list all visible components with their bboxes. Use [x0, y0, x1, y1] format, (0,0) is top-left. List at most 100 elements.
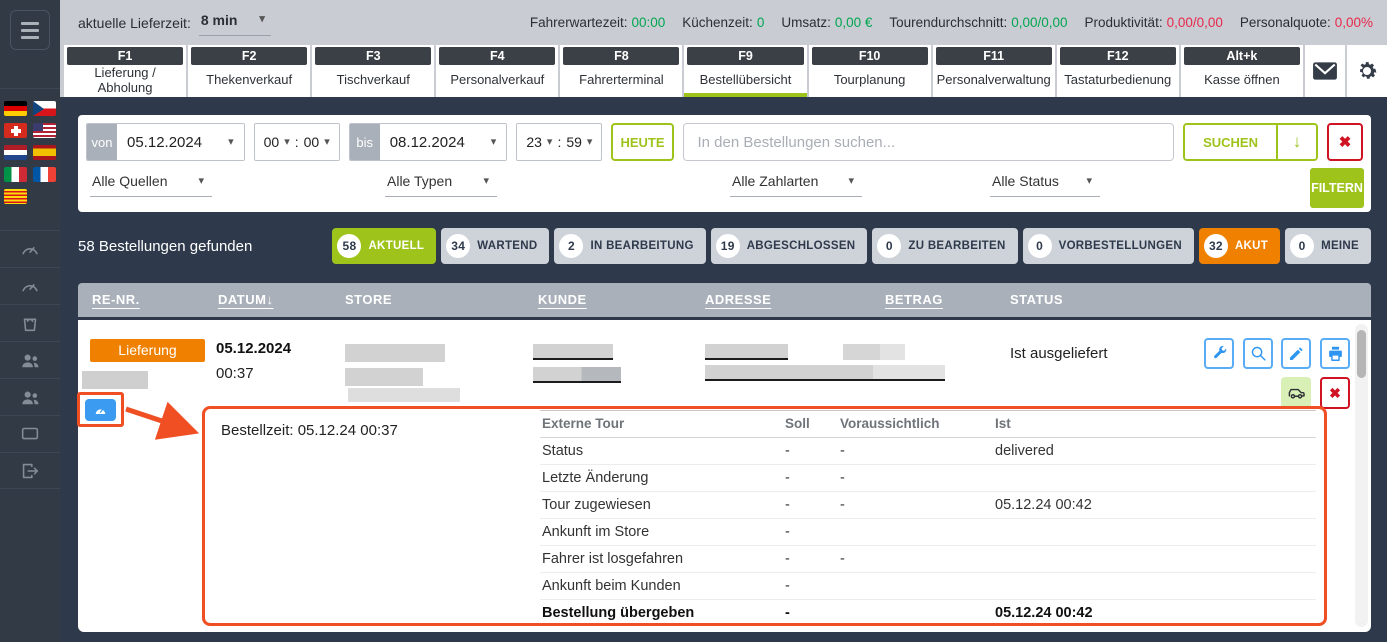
- date-from-label: von: [87, 124, 117, 160]
- date-to-label: bis: [350, 124, 380, 160]
- badge-vorbestellungen[interactable]: 0VORBESTELLUNGEN: [1023, 228, 1194, 264]
- customer-link-redacted[interactable]: [533, 344, 613, 360]
- sidebar-item-staff[interactable]: [0, 378, 60, 415]
- stat-value: 00:00: [631, 15, 665, 30]
- flag-switzerland-icon[interactable]: [4, 123, 27, 138]
- print-button[interactable]: [1320, 338, 1350, 369]
- order-time: 00:37: [216, 365, 254, 382]
- chevron-down-icon: ▾: [491, 137, 497, 148]
- flag-usa-icon[interactable]: [33, 123, 56, 138]
- users-icon: [19, 349, 42, 372]
- stat-value: 0: [757, 15, 765, 30]
- sidebar-item-gauge-2[interactable]: [0, 267, 60, 304]
- tab-personalverwaltung[interactable]: F11Personalverwaltung: [933, 45, 1055, 97]
- filter-dropdown-row: Alle Quellen▾ Alle Typen▾ Alle Zahlarten…: [78, 168, 1371, 208]
- column-adresse[interactable]: ADRESSE: [705, 292, 771, 307]
- column-betrag[interactable]: BETRAG: [885, 292, 943, 307]
- sidebar-item-logout[interactable]: [0, 452, 60, 489]
- order-time-detail: Bestellzeit: 05.12.24 00:37: [221, 422, 398, 439]
- tab-tischverkauf[interactable]: F3Tischverkauf: [312, 45, 434, 97]
- tools-button[interactable]: [1204, 338, 1234, 369]
- tab-tourplanung[interactable]: F10Tourplanung: [809, 45, 931, 97]
- chevron-down-icon: ▾: [198, 176, 204, 187]
- badge-aktuell[interactable]: 58AKTUELL: [332, 228, 436, 264]
- flag-czechia-icon[interactable]: [33, 101, 56, 116]
- cancel-order-button[interactable]: ✖: [1320, 377, 1350, 409]
- sidebar-item-shop[interactable]: [0, 304, 60, 341]
- flag-germany-icon[interactable]: [4, 101, 27, 116]
- badge-akut[interactable]: 32AKUT: [1199, 228, 1280, 264]
- tab-personalverkauf[interactable]: F4Personalverkauf: [436, 45, 558, 97]
- wrench-icon: [1211, 345, 1228, 362]
- sidebar-item-gauge-1[interactable]: [0, 230, 60, 267]
- stat-label: Tourendurchschnitt:: [889, 15, 1007, 30]
- store-redacted: [345, 368, 423, 386]
- download-arrow-button[interactable]: ↓: [1276, 125, 1316, 159]
- delivery-time-dropdown[interactable]: 8 min ▾: [199, 10, 271, 36]
- filter-button[interactable]: FILTERN: [1310, 168, 1364, 208]
- external-tour-table: Externe Tour Soll Voraussichtlich Ist St…: [540, 410, 1316, 627]
- view-details-button[interactable]: [1243, 338, 1273, 369]
- detail-table-header: Externe Tour Soll Voraussichtlich Ist: [540, 411, 1316, 438]
- envelope-icon: [1312, 60, 1338, 82]
- tab-tastaturbedienung[interactable]: F12Tastaturbedienung: [1057, 45, 1179, 97]
- detail-row-ankunft-kunde: Ankunft beim Kunden-: [540, 573, 1316, 600]
- column-datum[interactable]: DATUM↓: [218, 292, 273, 307]
- store-redacted: [345, 344, 445, 362]
- search-input[interactable]: [683, 123, 1175, 161]
- search-button[interactable]: SUCHEN: [1185, 125, 1276, 159]
- edit-button[interactable]: [1281, 338, 1311, 369]
- status-filter-dropdown[interactable]: Alle Status▾: [990, 168, 1100, 197]
- flag-catalonia-icon[interactable]: [4, 189, 27, 204]
- time-to-picker[interactable]: 23▾ : 59▾: [516, 123, 602, 161]
- chevron-down-icon: ▾: [483, 176, 489, 187]
- stat-label: Produktivität:: [1085, 15, 1163, 30]
- date-from-picker[interactable]: 05.12.2024 ▾: [117, 124, 244, 160]
- messages-button[interactable]: [1305, 45, 1345, 97]
- date-to-picker[interactable]: 08.12.2024 ▾: [380, 124, 507, 160]
- address-link-redacted[interactable]: [705, 344, 788, 360]
- detail-row-fahrer-losgefahren: Fahrer ist losgefahren--: [540, 546, 1316, 573]
- shopping-bag-icon: [19, 312, 41, 334]
- chevron-down-icon: ▾: [284, 137, 290, 148]
- badge-abgeschlossen[interactable]: 19ABGESCHLOSSEN: [711, 228, 868, 264]
- tab-fahrerterminal[interactable]: F8Fahrerterminal: [560, 45, 682, 97]
- sidebar-item-display[interactable]: [0, 415, 60, 452]
- sidebar-item-customers[interactable]: [0, 341, 60, 378]
- chevron-down-icon: ▾: [259, 14, 265, 25]
- column-store: STORE: [345, 292, 392, 307]
- customer-link-redacted[interactable]: [533, 367, 621, 383]
- flag-netherlands-icon[interactable]: [4, 145, 27, 160]
- tab-bestelluebersicht[interactable]: F9Bestellübersicht: [684, 45, 806, 97]
- column-re-nr[interactable]: RE-NR.: [92, 292, 140, 307]
- amount-redacted: [843, 344, 905, 360]
- clear-search-button[interactable]: ✖: [1327, 123, 1363, 161]
- tour-tracking-toggle[interactable]: [85, 399, 116, 421]
- settings-button[interactable]: [1347, 45, 1387, 97]
- flag-italy-icon[interactable]: [4, 167, 27, 182]
- column-kunde[interactable]: KUNDE: [538, 292, 587, 307]
- time-from-picker[interactable]: 00▾ : 00▾: [254, 123, 340, 161]
- detail-row-tour-zugewiesen: Tour zugewiesen--05.12.24 00:42: [540, 492, 1316, 519]
- logout-icon: [19, 460, 41, 482]
- type-filter-dropdown[interactable]: Alle Typen▾: [385, 168, 497, 197]
- tab-kasse-oeffnen[interactable]: Alt+kKasse öffnen: [1181, 45, 1303, 97]
- badge-zu-bearbeiten[interactable]: 0ZU BEARBEITEN: [872, 228, 1017, 264]
- kpi-stats: Fahrerwartezeit:00:00 Küchenzeit:0 Umsat…: [530, 15, 1373, 30]
- scrollbar-thumb[interactable]: [1357, 330, 1366, 378]
- flag-france-icon[interactable]: [33, 167, 56, 182]
- tab-thekenverkauf[interactable]: F2Thekenverkauf: [188, 45, 310, 97]
- chevron-down-icon: ▾: [324, 137, 330, 148]
- driver-tour-button[interactable]: [1281, 377, 1311, 409]
- flag-spain-icon[interactable]: [33, 145, 56, 160]
- hamburger-menu-button[interactable]: [10, 10, 50, 50]
- address-link-redacted[interactable]: [705, 365, 945, 381]
- tab-lieferung-abholung[interactable]: F1Lieferung / Abholung: [64, 45, 186, 97]
- sort-desc-icon: ↓: [266, 292, 273, 307]
- badge-meine[interactable]: 0MEINE: [1285, 228, 1371, 264]
- badge-in-bearbeitung[interactable]: 2IN BEARBEITUNG: [554, 228, 705, 264]
- badge-wartend[interactable]: 34WARTEND: [441, 228, 549, 264]
- source-filter-dropdown[interactable]: Alle Quellen▾: [90, 168, 212, 197]
- today-button[interactable]: HEUTE: [611, 123, 673, 161]
- payment-filter-dropdown[interactable]: Alle Zahlarten▾: [730, 168, 862, 197]
